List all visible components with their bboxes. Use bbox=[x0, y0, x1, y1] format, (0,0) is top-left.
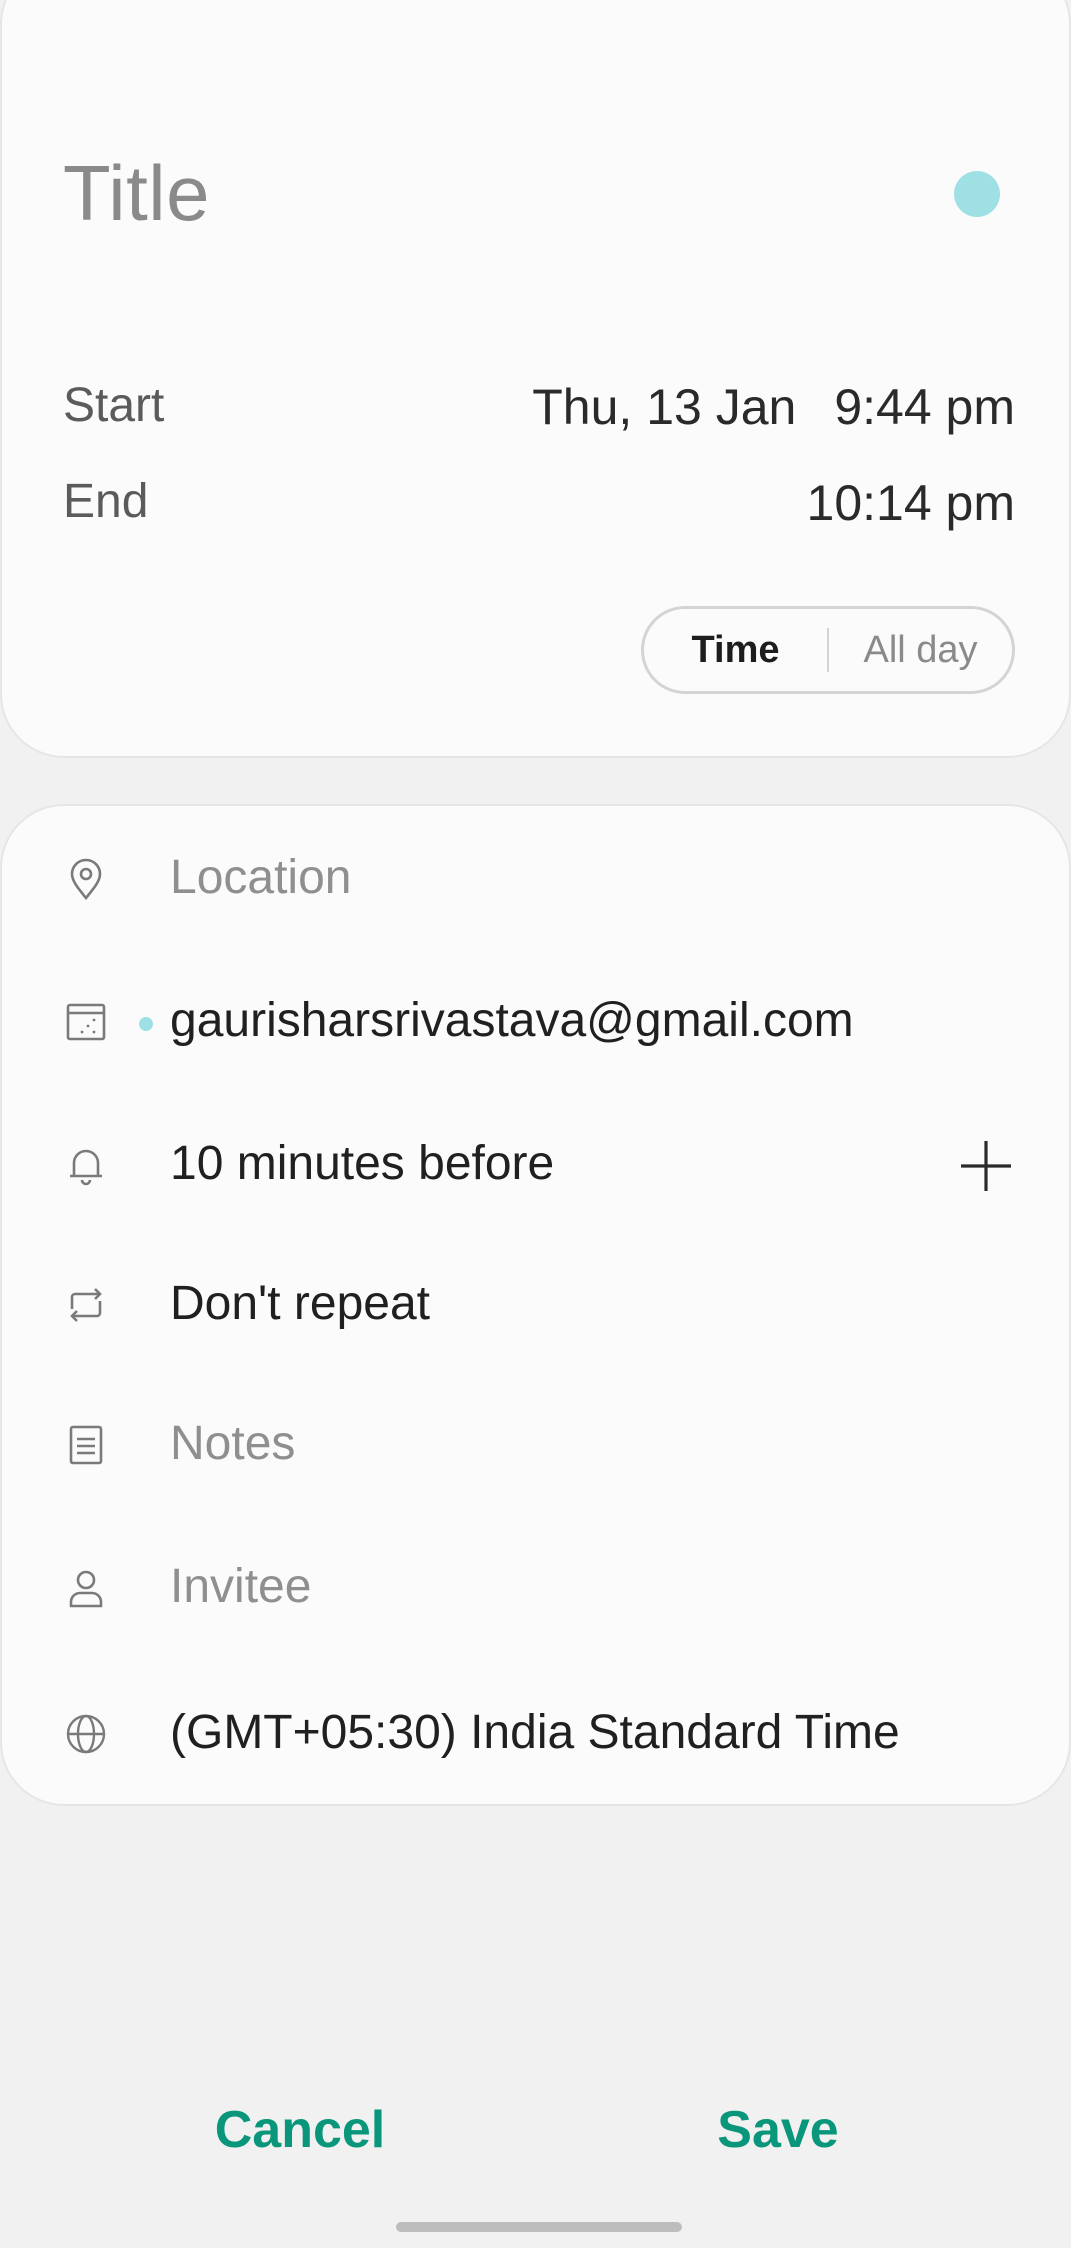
notes-icon bbox=[64, 1423, 108, 1467]
start-datetime[interactable]: Thu, 13 Jan 9:44 pm bbox=[532, 378, 1015, 436]
repeat-icon bbox=[64, 1283, 108, 1327]
title-input[interactable]: Title bbox=[63, 148, 210, 239]
location-row[interactable]: Location bbox=[2, 824, 1071, 934]
notes-row[interactable]: Notes bbox=[2, 1390, 1071, 1500]
notes-field[interactable]: Notes bbox=[170, 1416, 295, 1471]
end-label: End bbox=[63, 475, 149, 528]
timezone-row[interactable]: (GMT+05:30) India Standard Time bbox=[2, 1679, 1071, 1789]
allday-option[interactable]: All day bbox=[829, 629, 1012, 672]
globe-icon bbox=[64, 1712, 108, 1756]
calendar-account[interactable]: gaurisharsrivastava@gmail.com bbox=[170, 993, 854, 1048]
event-details-card: Location gaurisharsrivastava@gmail.com 1… bbox=[0, 804, 1071, 1806]
location-pin-icon bbox=[64, 857, 108, 901]
calendar-color-dot bbox=[139, 1017, 153, 1031]
event-color-picker[interactable] bbox=[954, 171, 1000, 217]
invitee-row[interactable]: Invitee bbox=[2, 1533, 1071, 1643]
person-icon bbox=[64, 1566, 108, 1610]
location-field[interactable]: Location bbox=[170, 850, 351, 905]
start-date[interactable]: Thu, 13 Jan bbox=[532, 379, 796, 435]
add-reminder-button[interactable] bbox=[958, 1138, 1014, 1194]
home-indicator[interactable] bbox=[396, 2222, 682, 2232]
cancel-button[interactable]: Cancel bbox=[150, 2100, 450, 2160]
bell-icon bbox=[64, 1143, 108, 1187]
time-allday-toggle[interactable]: Time All day bbox=[641, 606, 1015, 694]
invitee-field[interactable]: Invitee bbox=[170, 1559, 311, 1614]
calendar-row[interactable]: gaurisharsrivastava@gmail.com bbox=[2, 967, 1071, 1077]
repeat-row[interactable]: Don't repeat bbox=[2, 1250, 1071, 1360]
timezone-value[interactable]: (GMT+05:30) India Standard Time bbox=[170, 1705, 900, 1760]
start-label: Start bbox=[63, 379, 165, 432]
calendar-icon bbox=[64, 1000, 108, 1044]
event-editor-screen: Title Start Thu, 13 Jan 9:44 pm End 10:14… bbox=[0, 0, 1071, 2248]
time-option[interactable]: Time bbox=[644, 629, 827, 672]
reminder-value[interactable]: 10 minutes before bbox=[170, 1136, 554, 1191]
repeat-value[interactable]: Don't repeat bbox=[170, 1276, 430, 1331]
reminder-row[interactable]: 10 minutes before bbox=[2, 1110, 1071, 1220]
end-time[interactable]: 10:14 pm bbox=[807, 474, 1015, 532]
save-button[interactable]: Save bbox=[628, 2100, 928, 2160]
start-time[interactable]: 9:44 pm bbox=[834, 379, 1015, 435]
